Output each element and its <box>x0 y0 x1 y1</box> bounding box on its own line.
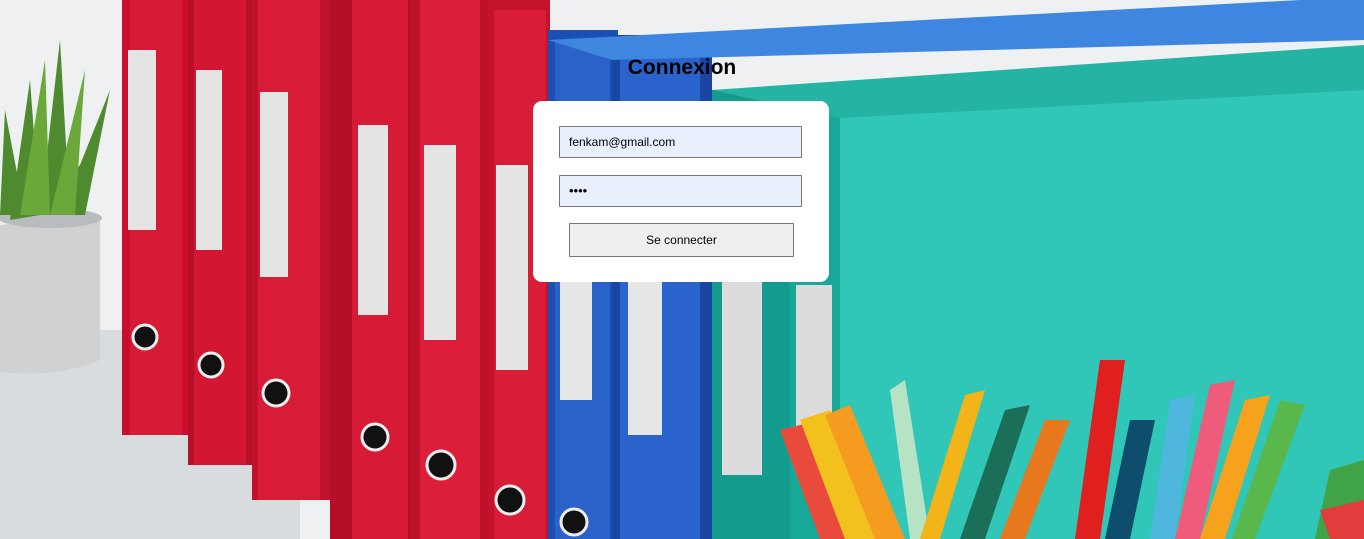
email-field[interactable]: fenkam@gmail.com <box>559 126 802 158</box>
page-title: Connexion <box>627 56 737 79</box>
login-card: fenkam@gmail.com •••• Se connecter <box>533 101 829 282</box>
login-button[interactable]: Se connecter <box>569 223 794 257</box>
password-field[interactable]: •••• <box>559 175 802 207</box>
